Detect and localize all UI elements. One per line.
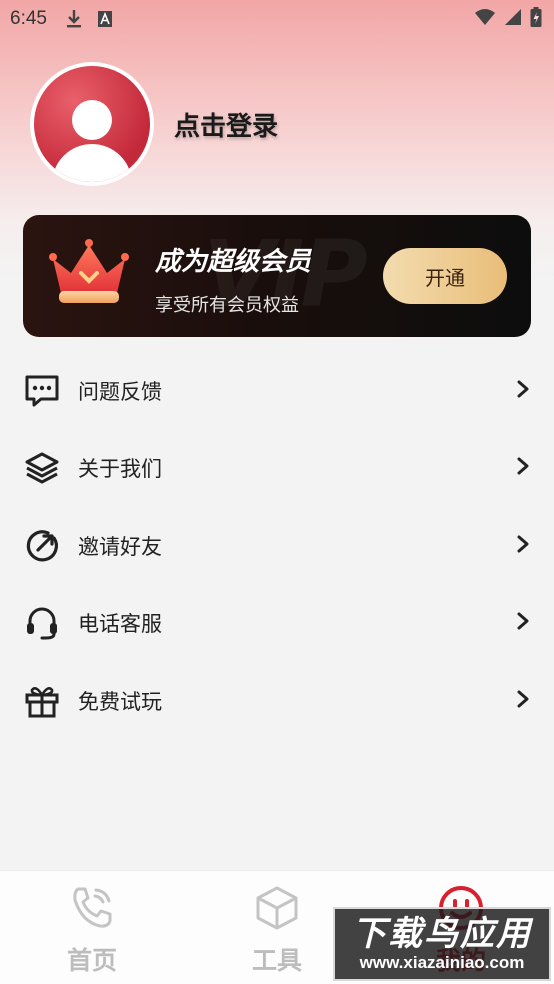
menu-item-hotline[interactable]: 电话客服 xyxy=(0,585,554,663)
menu-item-label: 电话客服 xyxy=(78,612,162,637)
menu-item-invite[interactable]: 邀请好友 xyxy=(0,507,554,585)
menu-item-label: 关于我们 xyxy=(78,457,162,482)
vip-subtitle: 享受所有会员权益 xyxy=(155,295,299,316)
crown-icon xyxy=(47,237,131,313)
vip-card[interactable]: VIP 成为超级会员 享受所有会员权益 开通 xyxy=(23,215,531,337)
profile-header[interactable]: 点击登录 xyxy=(30,62,278,186)
menu-item-about[interactable]: 关于我们 xyxy=(0,430,554,508)
site-watermark-badge: 下载鸟应用 www.xiazainiao.com xyxy=(333,907,551,981)
menu-item-label: 问题反馈 xyxy=(78,379,162,404)
signal-icon xyxy=(504,8,522,31)
feedback-icon xyxy=(24,373,60,409)
status-time: 6:45 xyxy=(10,8,47,29)
default-user-icon xyxy=(34,66,150,182)
watermark-url: www.xiazainiao.com xyxy=(359,953,525,972)
tab-tools[interactable]: 工具 xyxy=(227,885,327,975)
status-bar: 6:45 xyxy=(0,0,554,38)
battery-icon xyxy=(530,6,542,32)
download-icon xyxy=(65,9,83,29)
avatar[interactable] xyxy=(30,62,154,186)
menu-item-label: 免费试玩 xyxy=(78,689,162,714)
phone-icon xyxy=(68,885,116,935)
cube-icon xyxy=(253,885,301,935)
chevron-right-icon xyxy=(516,689,530,713)
chevron-right-icon xyxy=(516,379,530,403)
headset-icon xyxy=(24,605,60,641)
tab-label: 工具 xyxy=(251,946,302,975)
tab-label: 首页 xyxy=(66,946,117,975)
vip-title: 成为超级会员 xyxy=(155,247,312,277)
watermark-title: 下载鸟应用 xyxy=(352,914,532,954)
menu-item-label: 邀请好友 xyxy=(78,534,162,559)
menu-item-feedback[interactable]: 问题反馈 xyxy=(0,352,554,430)
chevron-right-icon xyxy=(516,611,530,635)
font-icon xyxy=(97,10,113,28)
chevron-right-icon xyxy=(516,534,530,558)
menu-item-free-trial[interactable]: 免费试玩 xyxy=(0,662,554,740)
open-vip-button[interactable]: 开通 xyxy=(383,248,507,304)
chevron-right-icon xyxy=(516,456,530,480)
settings-menu: 问题反馈 关于我们 邀请好友 电话客服 免费试玩 xyxy=(0,352,554,740)
tab-home[interactable]: 首页 xyxy=(42,885,142,975)
layers-icon xyxy=(24,450,60,486)
login-link[interactable]: 点击登录 xyxy=(174,106,278,143)
gift-icon xyxy=(24,683,60,719)
share-icon xyxy=(24,528,60,564)
wifi-icon xyxy=(474,8,496,31)
